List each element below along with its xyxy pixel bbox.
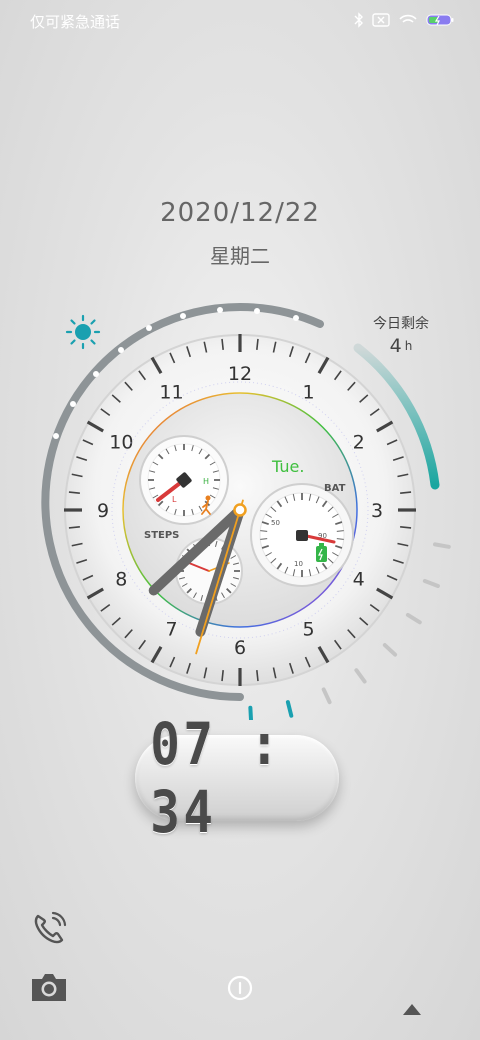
status-bar: 仅可紧急通话 <box>0 0 480 44</box>
arc-dot <box>93 371 99 377</box>
arrow-up-icon[interactable] <box>401 1001 423 1017</box>
scale-tick <box>382 643 398 657</box>
camera-icon[interactable] <box>29 970 69 1004</box>
clock-numeral: 3 <box>371 500 383 522</box>
status-icons <box>354 12 454 28</box>
scale-tick <box>321 687 332 705</box>
clock-numeral: 10 <box>109 432 133 454</box>
scale-tick <box>405 612 422 625</box>
analog-clock: 121234567891011 L H STEPS 50 10 90 BAT T… <box>41 303 451 720</box>
scale-tick <box>354 668 367 684</box>
bat-10-label: 10 <box>294 560 303 568</box>
arc-dot <box>254 308 260 314</box>
scale-tick <box>422 578 440 588</box>
date-text: 2020/12/22 <box>160 198 320 228</box>
carrier-text: 仅可紧急通话 <box>30 13 121 31</box>
no-sim-icon <box>372 13 390 27</box>
clock-numeral: 9 <box>97 500 109 522</box>
clock-numeral: 1 <box>302 381 314 403</box>
digital-time: 07 : 34 <box>150 710 283 846</box>
center-cap <box>233 503 247 517</box>
arc-dot <box>217 307 223 313</box>
arc-dot <box>180 313 186 319</box>
clock-numeral: 4 <box>353 569 365 591</box>
arc-dot <box>70 401 76 407</box>
phone-icon[interactable] <box>30 910 68 948</box>
sun-icon <box>65 314 101 350</box>
digital-clock: 07 : 34 <box>135 710 339 846</box>
clock-numeral: 6 <box>234 637 246 659</box>
arc-dot <box>293 315 299 321</box>
bluetooth-icon <box>354 12 363 28</box>
wifi-icon <box>399 14 417 23</box>
scale-tick <box>432 542 451 549</box>
clock-numeral: 2 <box>353 432 365 454</box>
arc-dot <box>146 325 152 331</box>
weekday-text: 星期二 <box>210 244 270 268</box>
info-icon[interactable] <box>226 974 254 1002</box>
battery-subdial: 50 10 90 <box>250 483 354 587</box>
clock-numeral: 8 <box>115 569 127 591</box>
steps-l-label: L <box>172 495 177 504</box>
arc-dot <box>53 433 59 439</box>
steps-subdial: L H <box>139 435 229 525</box>
bat-label: BAT <box>324 483 346 494</box>
day-abbrev: Tue. <box>271 457 304 476</box>
steps-h-label: H <box>203 477 209 486</box>
bat-50-label: 50 <box>271 519 280 527</box>
arc-dot <box>118 347 124 353</box>
battery-charging-icon <box>426 14 454 26</box>
clock-numeral: 5 <box>302 619 314 641</box>
clock-numeral: 11 <box>159 381 183 403</box>
clock-numeral: 12 <box>228 363 252 385</box>
clock-numeral: 7 <box>165 619 177 641</box>
steps-label: STEPS <box>144 530 179 541</box>
